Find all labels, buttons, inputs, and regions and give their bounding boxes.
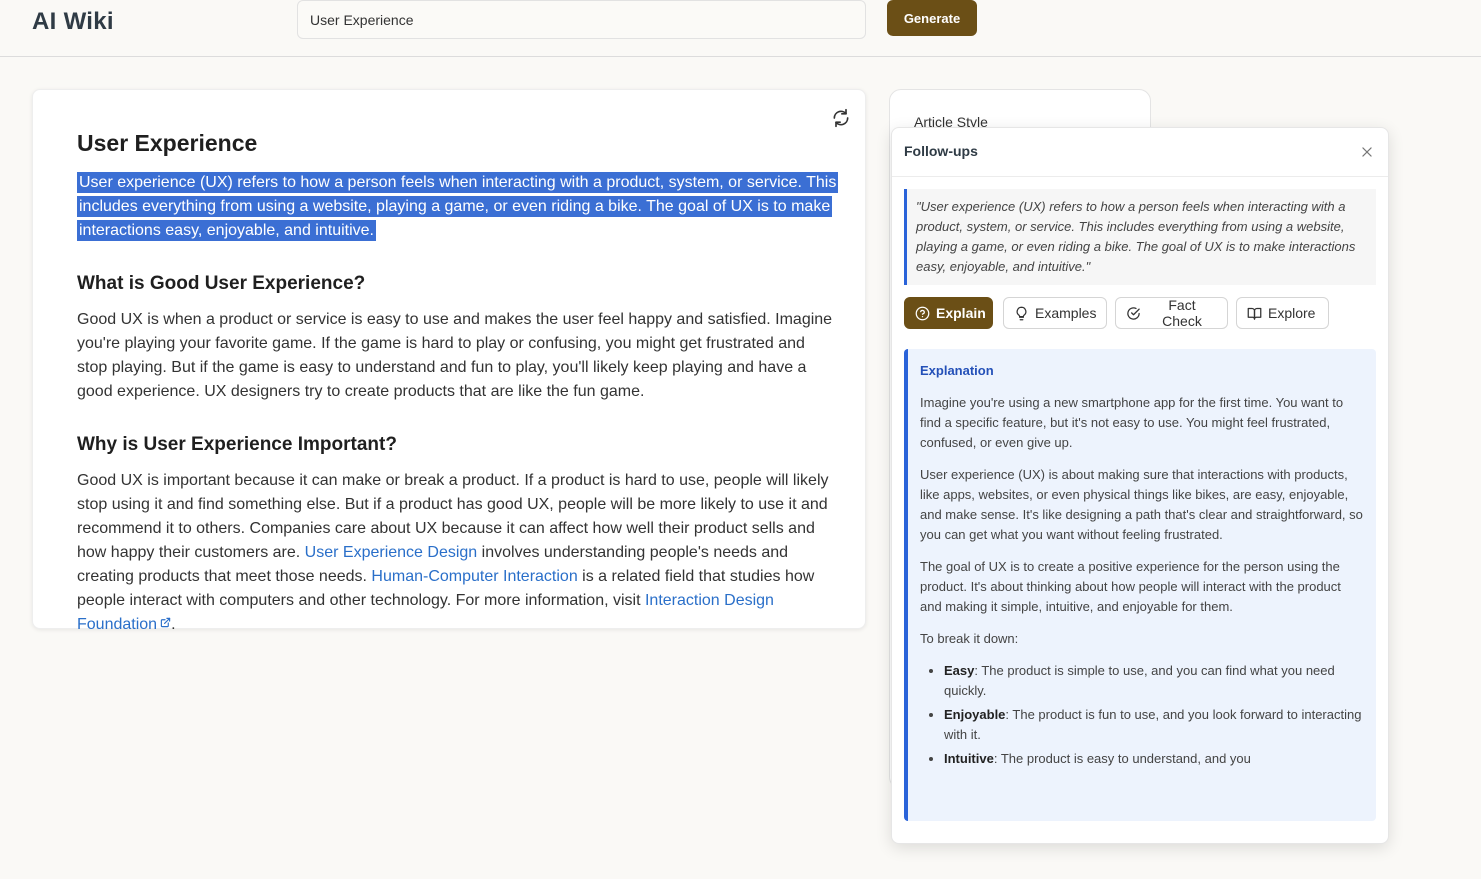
explore-button[interactable]: Explore bbox=[1236, 297, 1329, 329]
selected-text-quote: "User experience (UX) refers to how a pe… bbox=[904, 189, 1376, 285]
article-title: User Experience bbox=[77, 130, 258, 156]
article-card: User Experience User experience (UX) ref… bbox=[32, 89, 866, 633]
question-circle-icon bbox=[915, 306, 930, 320]
link-human-computer-interaction[interactable]: Human-Computer Interaction bbox=[371, 568, 577, 585]
article-intro-paragraph[interactable]: User experience (UX) refers to how a per… bbox=[77, 171, 839, 243]
explore-label: Explore bbox=[1268, 305, 1316, 321]
body-text: . bbox=[171, 616, 176, 633]
section-heading-good-ux: What is Good User Experience? bbox=[77, 273, 366, 294]
list-text: : The product is easy to understand, and… bbox=[993, 751, 1251, 766]
section-heading-importance: Why is User Experience Important? bbox=[77, 434, 397, 455]
fact-check-label: Fact Check bbox=[1162, 297, 1202, 329]
explanation-heading: Explanation bbox=[920, 363, 994, 378]
lightbulb-icon bbox=[1016, 306, 1027, 320]
list-text: : The product is simple to use, and you … bbox=[944, 663, 1335, 698]
fact-check-button[interactable]: Fact Check bbox=[1115, 297, 1228, 329]
list-item: Enjoyable: The product is fun to use, an… bbox=[944, 705, 1364, 745]
list-term: Easy bbox=[944, 663, 975, 678]
explanation-list: Easy: The product is simple to use, and … bbox=[920, 661, 1364, 769]
external-link-icon bbox=[160, 617, 171, 628]
examples-button[interactable]: Examples bbox=[1003, 297, 1107, 329]
app-logo: AI Wiki bbox=[32, 8, 114, 35]
list-term: Enjoyable bbox=[944, 707, 1006, 722]
explain-button[interactable]: Explain bbox=[904, 297, 993, 329]
explanation-paragraph: The goal of UX is to create a positive e… bbox=[920, 559, 1341, 614]
explain-label: Explain bbox=[936, 305, 986, 321]
check-circle-icon bbox=[1127, 306, 1140, 320]
refresh-icon[interactable] bbox=[831, 108, 851, 128]
explanation-paragraph: To break it down: bbox=[920, 631, 1019, 646]
followups-header: Follow-ups bbox=[892, 128, 1388, 177]
book-open-icon bbox=[1247, 307, 1262, 320]
explanation-box: Explanation Imagine you're using a new s… bbox=[904, 349, 1376, 821]
generate-button[interactable]: Generate bbox=[887, 0, 977, 36]
link-user-experience-design[interactable]: User Experience Design bbox=[305, 544, 478, 561]
list-term: Intuitive bbox=[944, 751, 994, 766]
close-icon[interactable] bbox=[1360, 145, 1374, 159]
selected-intro-text[interactable]: User experience (UX) refers to how a per… bbox=[77, 172, 839, 241]
followups-panel: Follow-ups "User experience (UX) refers … bbox=[891, 127, 1389, 844]
followup-actions: Explain Examples Fact Check Explore bbox=[904, 297, 1376, 329]
list-item: Easy: The product is simple to use, and … bbox=[944, 661, 1364, 701]
list-text: : The product is fun to use, and you loo… bbox=[944, 707, 1362, 742]
section-body-importance: Good UX is important because it can make… bbox=[77, 469, 837, 637]
section-body-good-ux: Good UX is when a product or service is … bbox=[77, 311, 833, 400]
explanation-paragraph: User experience (UX) is about making sur… bbox=[920, 467, 1363, 542]
topic-search-input[interactable] bbox=[297, 0, 866, 39]
followups-title: Follow-ups bbox=[904, 143, 978, 159]
list-item: Intuitive: The product is easy to unders… bbox=[944, 749, 1364, 769]
top-bar: AI Wiki Generate bbox=[0, 0, 1481, 57]
examples-label: Examples bbox=[1035, 305, 1097, 321]
explanation-paragraph: Imagine you're using a new smartphone ap… bbox=[920, 395, 1344, 450]
